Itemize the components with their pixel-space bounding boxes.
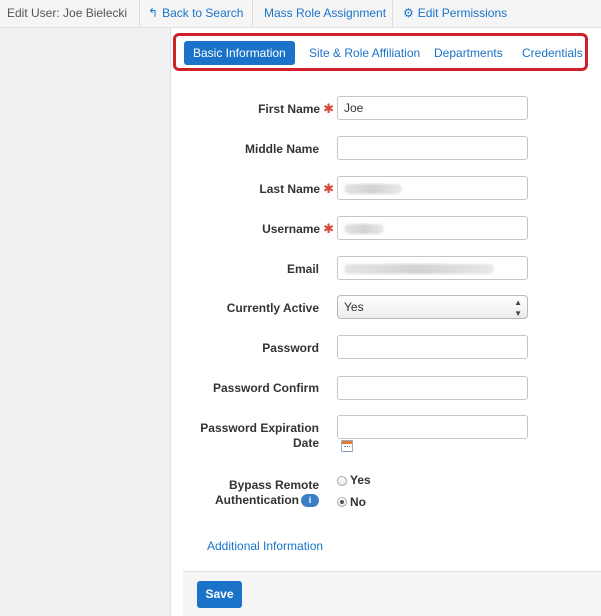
- middle-name-field[interactable]: [337, 136, 528, 160]
- bypass-label-line2: Authentication i: [215, 493, 319, 508]
- password-expiration-label-line1: Password Expiration: [200, 421, 319, 435]
- username-field[interactable]: [337, 216, 528, 240]
- last-name-label: Last Name ✱: [259, 181, 334, 197]
- tab-site-role-affiliation[interactable]: Site & Role Affiliation: [300, 41, 429, 65]
- redacted-value: [344, 183, 402, 194]
- save-button[interactable]: Save: [197, 581, 242, 608]
- edit-permissions-link[interactable]: ⚙ Edit Permissions: [403, 6, 507, 20]
- reply-arrow-icon: ↰: [148, 6, 159, 20]
- required-marker-icon: ✱: [323, 221, 334, 236]
- password-field[interactable]: [337, 335, 528, 359]
- redacted-value: [344, 263, 494, 274]
- password-confirm-label: Password Confirm: [212, 381, 319, 395]
- last-name-label-text: Last Name: [259, 182, 321, 196]
- calendar-icon[interactable]: [341, 440, 353, 452]
- username-label-text: Username: [262, 222, 321, 236]
- tab-bar: Basic Information Site & Role Affiliatio…: [173, 33, 588, 71]
- bypass-yes-radio[interactable]: [337, 476, 347, 486]
- currently-active-select[interactable]: Yes ▲ ▼: [337, 295, 528, 319]
- info-icon[interactable]: i: [301, 494, 319, 508]
- redacted-value: [344, 223, 384, 234]
- bypass-no-radio[interactable]: [337, 497, 347, 507]
- password-expiration-label-line2: Date: [292, 436, 319, 450]
- last-name-field[interactable]: [337, 176, 528, 200]
- bypass-yes-label: Yes: [350, 473, 371, 487]
- currently-active-label: Currently Active: [226, 301, 319, 315]
- page-title: Edit User: Joe Bielecki: [7, 6, 128, 20]
- required-marker-icon: ✱: [323, 101, 334, 116]
- password-expiration-field[interactable]: [337, 415, 528, 439]
- divider: [392, 0, 393, 28]
- first-name-label-text: First Name: [258, 102, 321, 116]
- first-name-field[interactable]: Joe: [337, 96, 528, 120]
- bypass-label-line2-text: Authentication: [215, 493, 299, 507]
- gears-icon: ⚙: [403, 6, 414, 20]
- password-expiration-label: Password Expiration Date: [200, 421, 319, 451]
- divider: [252, 0, 253, 28]
- required-marker-icon: ✱: [323, 181, 334, 196]
- mass-role-assignment-link[interactable]: Mass Role Assignment: [264, 6, 386, 20]
- email-field[interactable]: [337, 256, 528, 280]
- select-arrows-icon: ▲ ▼: [514, 298, 522, 318]
- email-label: Email: [286, 262, 319, 276]
- back-to-search-link[interactable]: ↰ Back to Search: [148, 6, 243, 20]
- password-confirm-field[interactable]: [337, 376, 528, 400]
- top-nav-bar: Edit User: Joe Bielecki ↰ Back to Search …: [0, 0, 601, 28]
- middle-name-label: Middle Name: [244, 142, 319, 156]
- username-label: Username ✱: [262, 221, 334, 237]
- back-to-search-label: Back to Search: [162, 6, 244, 20]
- currently-active-value: Yes: [344, 300, 364, 314]
- divider: [139, 0, 140, 28]
- edit-permissions-label: Edit Permissions: [417, 6, 508, 20]
- additional-information-link[interactable]: Additional Information: [207, 539, 323, 553]
- password-label: Password: [262, 341, 319, 355]
- form-footer: [183, 571, 601, 616]
- bypass-remote-auth-label: Bypass Remote Authentication i: [215, 478, 319, 508]
- first-name-label: First Name ✱: [258, 101, 334, 117]
- left-gutter: [0, 28, 171, 616]
- tab-basic-information[interactable]: Basic Information: [184, 41, 295, 65]
- tab-departments[interactable]: Departments: [425, 41, 512, 65]
- bypass-label-line1: Bypass Remote: [228, 478, 319, 492]
- bypass-no-label: No: [350, 495, 366, 509]
- tab-credentials[interactable]: Credentials: [513, 41, 592, 65]
